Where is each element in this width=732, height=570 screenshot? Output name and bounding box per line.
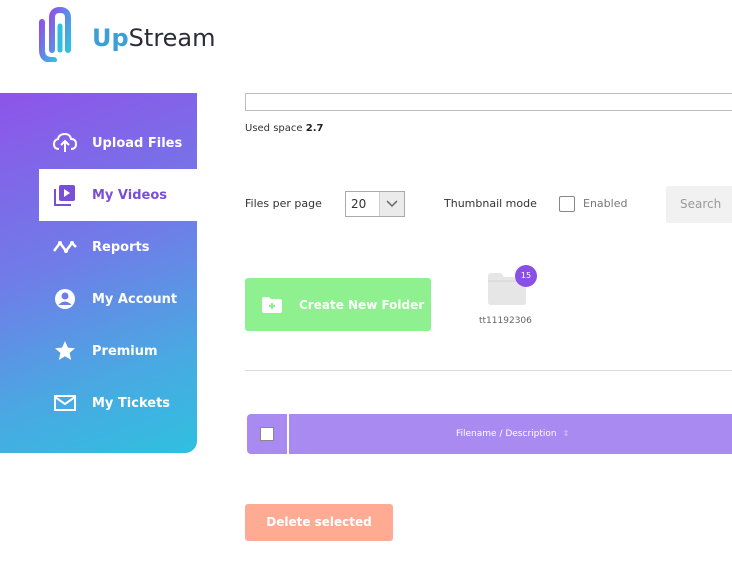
sidebar-item-label: My Tickets: [92, 395, 171, 411]
activity-wave-icon: [53, 235, 77, 259]
sidebar-item-label: My Videos: [92, 187, 168, 203]
folder-item[interactable]: 15 tt11192306: [477, 265, 537, 332]
sort-icon: ⇕: [562, 429, 570, 438]
sidebar-item-label: Premium: [92, 343, 158, 359]
user-circle-icon: [53, 287, 77, 311]
sidebar-item-my-videos[interactable]: My Videos: [39, 169, 197, 221]
envelope-icon: [53, 391, 77, 415]
filename-header-label: Filename / Description: [456, 429, 557, 439]
select-all-checkbox-cell[interactable]: [247, 414, 287, 454]
upstream-logo-icon: [39, 6, 71, 62]
upstream-logo[interactable]: UpStream: [38, 6, 216, 64]
files-per-page-label: Files per page: [245, 197, 322, 210]
folder-name: tt11192306: [479, 316, 532, 326]
sidebar-item-label: My Account: [92, 291, 178, 307]
sidebar-item-label: Reports: [92, 239, 150, 255]
select-all-checkbox[interactable]: [260, 427, 274, 441]
thumbnail-mode-checkbox[interactable]: [559, 196, 575, 212]
sidebar-item-upload-files[interactable]: Upload Files: [39, 117, 197, 169]
filename-column-header[interactable]: Filename / Description ⇕: [289, 414, 732, 454]
sidebar-item-premium[interactable]: Premium: [39, 325, 197, 377]
brand-name-up: Up: [92, 24, 129, 52]
folder-count-badge: 15: [515, 265, 537, 287]
files-per-page-select[interactable]: 20: [345, 191, 405, 217]
used-space-value: 2.7: [305, 123, 324, 134]
divider: [245, 370, 732, 371]
delete-selected-button[interactable]: Delete selected: [245, 504, 393, 541]
sidebar-item-label: Upload Files: [92, 135, 183, 151]
sidebar: Upload Files My Videos Reports My Accoun…: [0, 93, 197, 453]
brand-name: UpStream: [92, 24, 216, 52]
sidebar-item-my-account[interactable]: My Account: [39, 273, 197, 325]
brand-name-stream: Stream: [128, 24, 216, 52]
thumbnail-mode-label: Thumbnail mode: [444, 197, 537, 210]
sidebar-item-my-tickets[interactable]: My Tickets: [39, 377, 197, 429]
enabled-label: Enabled: [583, 197, 628, 210]
create-new-folder-button[interactable]: Create New Folder: [245, 278, 431, 331]
search-button[interactable]: Search: [666, 186, 732, 223]
used-space-text: Used space 2.7: [245, 123, 323, 134]
sidebar-item-reports[interactable]: Reports: [39, 221, 197, 273]
used-space-label: Used space: [245, 123, 303, 134]
star-icon: [53, 339, 77, 363]
storage-progress-bar: [245, 93, 732, 111]
chevron-down-icon: [379, 192, 404, 216]
files-per-page-value: 20: [351, 197, 367, 211]
create-new-folder-label: Create New Folder: [299, 297, 425, 312]
folder-plus-icon: [261, 294, 283, 316]
upload-cloud-icon: [53, 131, 77, 155]
video-library-icon: [53, 183, 77, 207]
